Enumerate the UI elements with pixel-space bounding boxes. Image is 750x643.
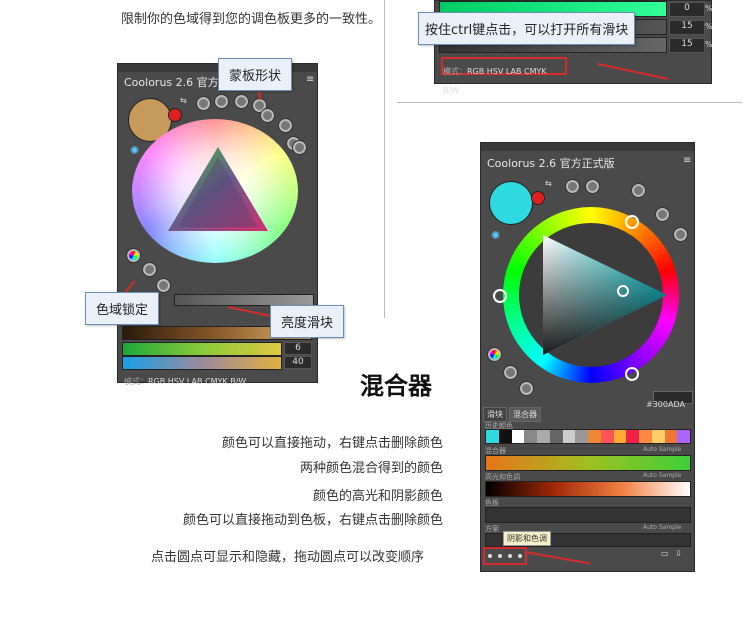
download-icon[interactable]: ⇩	[675, 549, 682, 558]
shape-drop-icon[interactable]	[260, 108, 275, 123]
note-palette: 颜色可以直接拖动到色板，右键点击删除颜色	[182, 513, 443, 528]
right-shape-1-icon[interactable]	[565, 179, 580, 194]
ring-handle-bottom[interactable]	[625, 367, 639, 381]
right-panel-title: Coolorus 2.6 官方正式版	[487, 157, 615, 170]
eyedropper-icon[interactable]	[156, 278, 171, 293]
ring-handle-left[interactable]	[493, 289, 507, 303]
tab-sliders[interactable]: 滑块	[483, 407, 507, 422]
right-square-icon[interactable]	[519, 381, 534, 396]
right-titlebar	[481, 143, 694, 151]
percent-3: %	[705, 40, 713, 49]
note-mix: 两种颜色混合得到的颜色	[299, 461, 443, 476]
callout-gamut-lock: 色域锁定	[85, 292, 160, 325]
green-slider[interactable]	[122, 342, 282, 356]
color-triangle[interactable]	[168, 147, 268, 231]
intro-text: 限制你的色域得到您的调色板更多的一致性。	[121, 12, 382, 27]
left-value-field-2[interactable]: 40	[284, 356, 312, 369]
blue-slider[interactable]	[122, 356, 282, 370]
callout-ctrl-tip: 按住ctrl键点击，可以打开所有滑块	[418, 12, 636, 45]
palette-area[interactable]	[485, 507, 691, 523]
ring-handle-top[interactable]	[625, 215, 639, 229]
right-coolorus-panel: Coolorus 2.6 官方正式版 ≡ ⇆ ✺ #300ADA 滑块 混合器 …	[480, 142, 695, 572]
right-color-triangle[interactable]	[543, 235, 667, 355]
right-shape-4-icon[interactable]	[655, 207, 670, 222]
percent-1: %	[705, 4, 713, 13]
shape-triangle-icon[interactable]	[196, 96, 211, 111]
tooltip-shadow-tone: 阴影和色调	[503, 531, 551, 546]
right-current-swatch[interactable]	[489, 181, 533, 225]
right-lock-icon[interactable]	[503, 365, 518, 380]
value-field-1[interactable]: 0	[669, 2, 705, 17]
shape-ring-icon[interactable]	[292, 140, 307, 155]
percent-2: %	[705, 22, 713, 31]
dot-toggles[interactable]	[483, 547, 527, 565]
gamut-lock-icon[interactable]	[142, 262, 157, 277]
shape-band-icon[interactable]	[234, 94, 249, 109]
left-mode-options[interactable]: RGB HSV LAB CMYK B/W	[148, 377, 246, 386]
mixer-heading: 混合器	[360, 372, 432, 400]
mode-selector[interactable]: 模式：RGB HSV LAB CMYK B/W	[441, 57, 567, 95]
tab-row: 滑块 混合器	[483, 407, 541, 422]
note-history: 颜色可以直接拖动，右键点击删除颜色	[221, 436, 443, 451]
horizontal-divider	[397, 102, 742, 103]
folder-icon[interactable]: ▭	[661, 549, 669, 558]
hex-label: #	[646, 400, 653, 409]
left-mode-label: 模式：	[124, 377, 148, 386]
hex-field[interactable]: #300ADA	[646, 391, 693, 409]
value-field-2[interactable]: 15	[669, 20, 705, 35]
right-menu-icon[interactable]: ≡	[683, 155, 691, 166]
secondary-color-swatch[interactable]	[168, 108, 182, 122]
note-highlight: 颜色的高光和阴影颜色	[312, 489, 443, 504]
right-sun-icon[interactable]: ✺	[491, 229, 500, 242]
left-value-field-1[interactable]: 6	[284, 342, 312, 355]
sun-icon[interactable]: ✺	[130, 144, 139, 157]
right-swap-icon[interactable]: ⇆	[545, 179, 552, 188]
hex-value[interactable]: 300ADA	[653, 400, 685, 409]
right-gamut-icon[interactable]	[487, 347, 502, 362]
triangle-handle[interactable]	[617, 285, 629, 297]
tab-mixer[interactable]: 混合器	[509, 407, 541, 422]
shape-leaf-icon[interactable]	[278, 118, 293, 133]
right-shape-5-icon[interactable]	[673, 227, 688, 242]
gamut-wheel-icon[interactable]	[126, 248, 141, 263]
swap-icon[interactable]: ⇆	[180, 96, 187, 105]
note-dots: 点击圆点可显示和隐藏，拖动圆点可以改变顺序	[151, 550, 425, 565]
auto-sample-1[interactable]: Auto Sample	[643, 446, 681, 453]
right-shape-3-icon[interactable]	[631, 183, 646, 198]
history-swatches[interactable]	[485, 429, 691, 444]
shape-circle-icon[interactable]	[214, 94, 229, 109]
right-shape-2-icon[interactable]	[585, 179, 600, 194]
auto-sample-3[interactable]: Auto Sample	[643, 524, 681, 531]
left-mode-row[interactable]: 模式：RGB HSV LAB CMYK B/W	[124, 369, 246, 388]
vertical-divider	[384, 0, 385, 318]
left-menu-icon[interactable]: ≡	[306, 74, 314, 85]
mode-label: 模式：	[443, 67, 467, 76]
auto-sample-2[interactable]: Auto Sample	[643, 472, 681, 479]
highlight-gradient[interactable]	[485, 481, 691, 497]
value-field-3[interactable]: 15	[669, 38, 705, 53]
right-secondary-swatch[interactable]	[531, 191, 545, 205]
mixer-gradient[interactable]	[485, 455, 691, 471]
callout-brightness-slider: 亮度滑块	[270, 305, 345, 338]
callout-mask-shape: 蒙板形状	[218, 58, 293, 91]
